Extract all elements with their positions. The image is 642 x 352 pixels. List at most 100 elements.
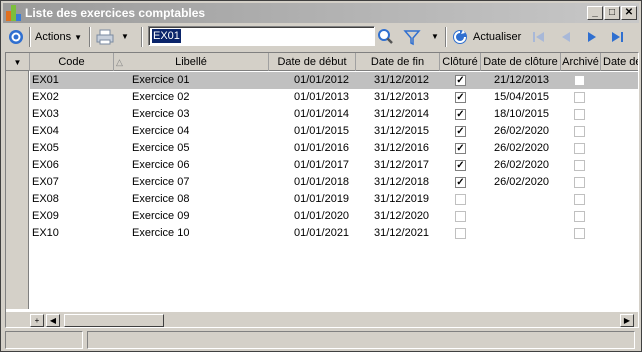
column-header-cloture[interactable]: Clôturé — [440, 53, 481, 71]
column-header-date-debut[interactable]: Date de début — [269, 53, 356, 71]
archive-checkbox[interactable] — [574, 126, 585, 137]
cell-date-cloture: 26/02/2020 — [494, 125, 550, 137]
archive-checkbox[interactable] — [574, 109, 585, 120]
cell-code: EX10 — [32, 227, 59, 239]
search-button[interactable] — [377, 27, 395, 47]
archive-checkbox[interactable] — [574, 75, 585, 86]
previous-page-button[interactable] — [557, 27, 575, 47]
cell-date-debut: 01/01/2019 — [294, 193, 350, 205]
cloture-checkbox-checked[interactable]: ✓ — [455, 126, 466, 137]
filter-button[interactable]: ▼ — [403, 27, 441, 47]
cloture-checkbox[interactable] — [455, 228, 466, 239]
table-row[interactable]: EX06 Exercice 06 01/01/2017 31/12/2017 26/02… — [30, 157, 638, 174]
scroll-thumb[interactable] — [64, 314, 164, 327]
archive-checkbox[interactable] — [574, 177, 585, 188]
scroll-right-button[interactable]: ▶ — [620, 314, 634, 327]
next-page-button[interactable] — [583, 27, 601, 47]
cell-date-cloture: 18/10/2015 — [494, 108, 550, 120]
cell-date-cloture: 21/12/2013 — [494, 74, 550, 86]
last-page-button[interactable] — [608, 27, 626, 47]
table-row[interactable]: EX09 Exercice 09 01/01/2020 31/12/2020 — [30, 208, 638, 225]
table-row[interactable]: EX10 Exercice 10 01/01/2021 31/12/2021 — [30, 225, 638, 242]
cell-date-cloture: 26/02/2020 — [494, 159, 550, 171]
refresh-label: Actualiser — [473, 31, 522, 43]
sort-ascending-icon: △ — [116, 57, 123, 67]
cloture-checkbox[interactable] — [455, 211, 466, 222]
cell-date-fin: 31/12/2012 — [374, 74, 430, 86]
cell-libelle: Exercice 04 — [132, 125, 190, 137]
cell-code: EX08 — [32, 193, 59, 205]
archive-checkbox[interactable] — [574, 143, 585, 154]
printer-icon — [96, 29, 114, 45]
cloture-checkbox-checked[interactable]: ✓ — [455, 109, 466, 120]
cell-code: EX02 — [32, 91, 59, 103]
archive-checkbox[interactable] — [574, 228, 585, 239]
data-grid[interactable]: ▼ Code △ Libellé Date de début Date de f… — [5, 52, 639, 328]
close-button[interactable]: ✕ — [621, 6, 637, 20]
archive-checkbox[interactable] — [574, 211, 585, 222]
first-page-button[interactable] — [530, 27, 548, 47]
cloture-checkbox[interactable] — [455, 194, 466, 205]
minimize-button[interactable]: _ — [587, 6, 603, 20]
cell-date-fin: 31/12/2018 — [374, 176, 430, 188]
cell-date-debut: 01/01/2013 — [294, 91, 350, 103]
chevron-down-icon: ▼ — [13, 58, 22, 67]
archive-checkbox[interactable] — [574, 92, 585, 103]
cloture-checkbox-checked[interactable]: ✓ — [455, 143, 466, 154]
cell-date-debut: 01/01/2015 — [294, 125, 350, 137]
cloture-checkbox-checked[interactable]: ✓ — [455, 160, 466, 171]
cloture-checkbox-checked[interactable]: ✓ — [455, 177, 466, 188]
column-header-date-archive[interactable]: Date de — [601, 53, 638, 71]
cell-date-debut: 01/01/2020 — [294, 210, 350, 222]
column-header-date-fin[interactable]: Date de fin — [356, 53, 440, 71]
table-row[interactable]: EX01 Exercice 01 01/01/2012 31/12/2012 21/12… — [30, 72, 638, 89]
column-header-code[interactable]: Code — [30, 53, 114, 71]
title-bar[interactable]: Liste des exercices comptables _ □ ✕ — [3, 3, 639, 23]
cell-code: EX06 — [32, 159, 59, 171]
cell-date-fin: 31/12/2020 — [374, 210, 430, 222]
column-header-date-cloture[interactable]: Date de clôture — [481, 53, 561, 71]
cell-libelle: Exercice 06 — [132, 159, 190, 171]
print-button[interactable]: ▼ — [95, 27, 131, 47]
actions-menu-button[interactable]: Actions ▼ — [35, 27, 85, 47]
cloture-checkbox-checked[interactable]: ✓ — [455, 75, 466, 86]
next-page-icon — [588, 32, 596, 42]
horizontal-scrollbar[interactable]: + ◀ ▶ — [6, 312, 638, 327]
cell-date-debut: 01/01/2014 — [294, 108, 350, 120]
table-row[interactable]: EX04 Exercice 04 01/01/2015 31/12/2015 26/02… — [30, 123, 638, 140]
cell-date-debut: 01/01/2016 — [294, 142, 350, 154]
column-header-archive[interactable]: Archivé — [561, 53, 601, 71]
table-row[interactable]: EX02 Exercice 02 01/01/2013 31/12/2013 15/04… — [30, 89, 638, 106]
circle-target-icon[interactable] — [7, 27, 25, 47]
cell-date-fin: 31/12/2017 — [374, 159, 430, 171]
cell-libelle: Exercice 08 — [132, 193, 190, 205]
scroll-left-button[interactable]: ◀ — [46, 314, 60, 327]
archive-checkbox[interactable] — [574, 194, 585, 205]
app-logo-icon — [6, 5, 22, 21]
window: Liste des exercices comptables _ □ ✕ Act… — [0, 0, 642, 352]
column-chooser-button[interactable]: ▼ — [6, 53, 30, 71]
cell-date-fin: 31/12/2016 — [374, 142, 430, 154]
maximize-button[interactable]: □ — [604, 6, 620, 20]
table-row[interactable]: EX05 Exercice 05 01/01/2016 31/12/2016 26/02… — [30, 140, 638, 157]
cell-libelle: Exercice 02 — [132, 91, 190, 103]
status-panel-2 — [87, 331, 635, 349]
cell-libelle: Exercice 07 — [132, 176, 190, 188]
archive-checkbox[interactable] — [574, 160, 585, 171]
cell-date-fin: 31/12/2021 — [374, 227, 430, 239]
column-header-libelle[interactable]: △ Libellé — [114, 53, 269, 71]
cell-code: EX05 — [32, 142, 59, 154]
cell-date-cloture: 26/02/2020 — [494, 176, 550, 188]
status-panel-1 — [5, 331, 83, 349]
table-row[interactable]: EX03 Exercice 03 01/01/2014 31/12/2014 18/10… — [30, 106, 638, 123]
chevron-down-icon: ▼ — [74, 33, 83, 42]
refresh-button[interactable]: Actualiser — [451, 27, 525, 47]
table-row[interactable]: EX07 Exercice 07 01/01/2018 31/12/2018 26/02… — [30, 174, 638, 191]
cell-date-cloture: 15/04/2015 — [494, 91, 550, 103]
table-row[interactable]: EX08 Exercice 08 01/01/2019 31/12/2019 — [30, 191, 638, 208]
cloture-checkbox-checked[interactable]: ✓ — [455, 92, 466, 103]
chevron-down-icon: ▼ — [121, 32, 129, 41]
search-input[interactable]: EX01 — [148, 26, 375, 46]
funnel-icon — [403, 30, 421, 46]
add-row-button[interactable]: + — [30, 314, 44, 327]
